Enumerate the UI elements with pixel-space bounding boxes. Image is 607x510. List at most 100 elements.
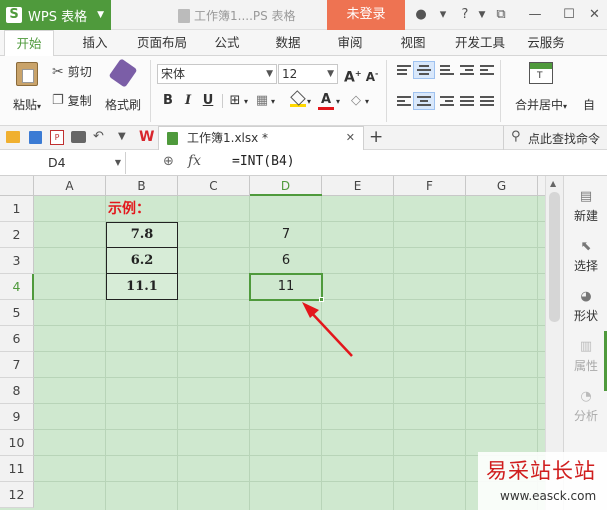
align-top-icon[interactable] [397,65,411,77]
merge-center-button[interactable]: T 合并居中▾ [508,62,574,120]
tab-workbook[interactable]: 工作簿1.xlsx * ✕ [158,126,364,150]
open-folder-icon[interactable] [6,131,20,143]
column-header-e[interactable]: E [322,176,394,196]
tab-cloud[interactable]: 云服务 [523,30,569,56]
column-header-c[interactable]: C [178,176,250,196]
align-left-icon[interactable] [397,96,411,108]
align-bottom-icon[interactable] [440,65,454,77]
cell-b1-example-label[interactable]: 示例： [108,198,150,218]
chevron-down-icon[interactable]: ▾ [244,97,248,106]
chevron-down-icon[interactable]: ▼ [118,131,126,142]
align-middle-icon[interactable] [417,65,431,77]
sidebar-item-new[interactable]: ▤ 新建 [564,190,607,224]
distributed-icon[interactable] [480,96,494,108]
pdf-export-icon[interactable]: P [50,130,64,145]
tab-start[interactable]: 开始 [4,30,54,57]
format-painter-button[interactable]: 格式刷 [103,58,143,120]
row-header-9[interactable]: 9 [0,404,34,430]
clear-format-icon[interactable]: ◇ [348,93,364,109]
cell-b2[interactable]: 7.8 [106,222,178,248]
font-name-select[interactable]: 宋体 ▼ [157,64,277,84]
cell-d3[interactable]: 6 [250,248,322,274]
row-header-10[interactable]: 10 [0,430,34,456]
close-tab-icon[interactable]: ✕ [346,127,355,149]
italic-button[interactable]: I [180,93,196,109]
restore-window-icon[interactable]: ⧉ [484,0,518,30]
select-all-corner[interactable] [0,176,34,196]
new-tab-icon[interactable]: + [369,126,383,148]
cell-d2[interactable]: 7 [250,222,322,248]
paste-button[interactable]: 粘贴▾ [10,62,44,120]
column-header-d[interactable]: D [250,176,322,196]
underline-button[interactable]: U [200,93,216,109]
outdent-icon[interactable] [480,65,494,77]
zoom-search-icon[interactable]: ⊕ [163,154,174,169]
chevron-down-icon[interactable]: ▾ [307,97,311,106]
align-right-icon[interactable] [440,96,454,108]
copy-button[interactable]: ❐ 复制 [52,92,92,109]
print-icon[interactable] [71,131,86,143]
cell-b4[interactable]: 11.1 [106,273,178,300]
undo-icon[interactable]: ↶ [93,129,104,144]
cell-name-box[interactable]: D4 ▼ [0,152,126,174]
shirt-icon[interactable]: ▾ [435,7,451,23]
wps-menu-button[interactable]: S WPS 表格 ▼ [0,0,111,30]
tab-insert[interactable]: 插入 [72,30,118,56]
login-button[interactable]: 未登录 [327,0,405,30]
decrease-font-icon[interactable]: A- [364,66,380,84]
row-header-11[interactable]: 11 [0,456,34,482]
wps-logo-icon[interactable]: W [139,129,154,145]
auto-wrap-label[interactable]: 自 [583,96,595,113]
row-header-7[interactable]: 7 [0,352,34,378]
skin-icon[interactable]: ● [413,7,429,23]
font-color-icon[interactable]: A [318,92,334,110]
cell-style-icon[interactable]: ▦ [254,93,270,109]
sidebar-item-analysis[interactable]: ◔ 分析 [564,390,607,424]
row-header-1[interactable]: 1 [0,196,34,222]
column-header-b[interactable]: B [106,176,178,196]
fill-color-icon[interactable] [290,90,306,109]
row-header-6[interactable]: 6 [0,326,34,352]
row-header-5[interactable]: 5 [0,300,34,326]
spreadsheet-grid[interactable]: A B C D E F G 1 2 3 4 5 6 7 8 9 10 11 12 [0,176,545,510]
bold-button[interactable]: B [160,93,176,109]
border-icon[interactable]: ⊞ [227,93,243,109]
sidebar-item-properties[interactable]: ▥ 属性 [564,340,607,374]
justify-icon[interactable] [460,96,474,108]
function-icon[interactable]: fx [188,153,201,169]
column-header-a[interactable]: A [34,176,106,196]
sidebar-item-shape[interactable]: ◕ 形状 [564,290,607,324]
tab-data[interactable]: 数据 [266,30,310,56]
maximize-icon[interactable]: ☐ [552,0,586,30]
column-header-f[interactable]: F [394,176,466,196]
tab-review[interactable]: 审阅 [328,30,372,56]
chevron-down-icon[interactable]: ▾ [271,97,275,106]
row-header-3[interactable]: 3 [0,248,34,274]
scroll-thumb[interactable] [549,192,560,322]
sidebar-item-select[interactable]: ⬉ 选择 [564,240,607,274]
scroll-up-icon[interactable]: ▲ [550,179,556,188]
align-center-icon[interactable] [417,96,431,108]
tab-view[interactable]: 视图 [391,30,435,56]
tab-page-layout[interactable]: 页面布局 [133,30,191,56]
cut-button[interactable]: ✂ 剪切 [52,63,92,80]
tab-developer[interactable]: 开发工具 [451,30,509,56]
formula-input[interactable]: =INT(B4) [232,154,295,169]
chevron-down-icon[interactable]: ▾ [365,97,369,106]
row-header-8[interactable]: 8 [0,378,34,404]
save-icon[interactable] [29,131,42,144]
row-header-2[interactable]: 2 [0,222,34,248]
column-header-g[interactable]: G [466,176,538,196]
close-icon[interactable]: ✕ [582,0,607,30]
tab-formulas[interactable]: 公式 [205,30,249,56]
cell-b3[interactable]: 6.2 [106,247,178,274]
row-header-4[interactable]: 4 [0,274,34,300]
indent-icon[interactable] [460,65,474,77]
increase-font-icon[interactable]: A+ [344,66,362,86]
row-header-12[interactable]: 12 [0,482,34,508]
chevron-down-icon[interactable]: ▾ [336,97,340,106]
search-command[interactable]: 点此查找命令 [528,130,600,147]
minimize-icon[interactable]: — [518,0,552,30]
help-icon[interactable]: ? [457,7,473,23]
font-size-select[interactable]: 12 ▼ [278,64,338,84]
